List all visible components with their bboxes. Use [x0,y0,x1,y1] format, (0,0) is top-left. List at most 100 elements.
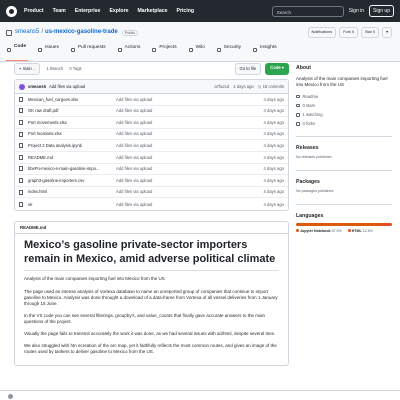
tab-actions[interactable]: Actions [117,44,143,61]
fork-button[interactable]: Fork 0 [339,27,358,38]
sign-up-button[interactable]: Sign up [369,4,394,18]
file-name[interactable]: Mexican_fuel_cargoes.xlsx [28,97,116,102]
file-name[interactable]: OK raw draft.pdf [28,108,116,113]
nav-enterprise[interactable]: Enterprise [75,8,101,15]
file-commit-message[interactable]: Add files via upload [116,202,264,207]
table-row[interactable]: Port movements.xlsx Add files via upload 4… [15,117,288,129]
language-item-html[interactable]: HTML 12.5% [347,229,373,233]
commit-count[interactable]: ◷ 18 commits [258,84,284,89]
sign-in-link[interactable]: Sign in [349,8,364,14]
table-row[interactable]: Project 2 Data analysis.ipynb Add files v… [15,140,288,152]
table-row[interactable]: ok Add files via upload 4 days ago [15,198,288,210]
commit-hash[interactable]: a7fa2cd [214,84,229,89]
packages-section: Packages No packages published [296,169,392,194]
file-commit-message[interactable]: Add files via upload [116,143,264,148]
language-color-dot [296,229,299,233]
commit-message[interactable]: Add files via upload [49,84,85,89]
tab-insights[interactable]: Insights [252,44,279,61]
releases-text: No releases published [296,155,332,160]
file-age: 4 days ago [263,108,285,114]
repo-owner-link[interactable]: smeans5 [15,29,39,37]
go-to-file-button[interactable]: Go to file [234,63,262,75]
tab-issues[interactable]: Issues [37,44,61,61]
file-icon [19,201,23,207]
stars-link[interactable]: 0 stars [296,103,392,108]
readme-header: README.md [15,222,288,234]
file-commit-message[interactable]: Add files via upload [116,120,264,125]
language-list: Jupyter Notebook 87.5% HTML 12.5% [296,229,392,233]
readme-link[interactable]: Readme [296,94,392,99]
file-icon [19,189,23,195]
code-dropdown-button[interactable]: Code ▾ [265,63,289,75]
file-name[interactable]: Project 2 Data analysis.ipynb [28,143,116,148]
branch-name: main [22,66,32,72]
file-commit-message[interactable]: Add files via upload [116,108,264,113]
file-name[interactable]: Port movements.xlsx [28,120,116,125]
tab-projects[interactable]: Projects [151,44,178,61]
star-dropdown-button[interactable]: ▾ [382,27,392,38]
nav-marketplace[interactable]: Marketplace [137,8,167,15]
watching-link[interactable]: 1 watching [296,112,392,117]
tab-pull-requests[interactable]: Pull requests [70,44,108,61]
nav-explore[interactable]: Explore [109,8,128,15]
nav-pricing[interactable]: Pricing [176,8,194,15]
branch-select[interactable]: ⑂ main ▾ [14,63,41,75]
book-icon [296,94,300,98]
notifications-button[interactable]: Notifications [307,27,337,38]
file-name[interactable]: README.md [28,155,116,160]
table-row[interactable]: bbxPo-mexico-s-main-gasoline-impo... Add … [15,164,288,176]
file-commit-message[interactable]: Add files via upload [116,155,264,160]
repo-icon [6,30,12,36]
releases-heading[interactable]: Releases [296,145,392,152]
file-age: 4 days ago [263,119,285,125]
readme-paragraph: In the VS code you can see several filte… [24,312,265,324]
fork-icon [296,122,300,126]
tab-wiki[interactable]: Wiki [188,44,207,61]
nav-team[interactable]: Team [53,8,66,15]
packages-heading[interactable]: Packages [296,179,392,186]
table-row[interactable]: Port locations.xlsx Add files via upload 4… [15,129,288,141]
github-logo-icon[interactable] [6,5,17,17]
file-icon [19,119,23,125]
star-button[interactable]: Star 0 [360,27,380,38]
file-name[interactable]: ok [28,202,116,207]
tab-security[interactable]: Security [216,44,243,61]
graph-icon [253,48,258,52]
play-icon [117,48,122,52]
readme-label[interactable]: README.md [20,225,46,230]
repo-name-link[interactable]: us-mexico-gasoline-trade [45,29,118,37]
table-row[interactable]: index.html Add files via upload 4 days ago [15,187,288,199]
pull-request-icon [70,48,75,52]
language-item-jupyter[interactable]: Jupyter Notebook 87.5% [296,229,342,233]
nav-product[interactable]: Product [24,8,44,15]
commit-author[interactable]: smeans5 [28,84,46,89]
table-row[interactable]: Mexican_fuel_cargoes.xlsx Add files via u… [15,94,288,106]
file-commit-message[interactable]: Add files via upload [116,131,264,136]
avatar[interactable] [19,83,25,90]
forks-link[interactable]: 0 forks [296,121,392,126]
tab-issues-label: Issues [45,44,59,50]
file-age: 4 days ago [263,166,285,172]
code-button-label: Code [270,65,281,71]
readme-paragraph: Visually the page fails to transmit accu… [24,330,276,336]
file-commit-message[interactable]: Add files via upload [116,178,264,183]
table-row[interactable]: README.md Add files via upload 4 days ago [15,152,288,164]
branches-link[interactable]: 1 Branch [46,66,63,71]
file-name[interactable]: bbxPo-mexico-s-main-gasoline-impo... [28,166,116,171]
language-bar [296,223,392,227]
github-logo-icon[interactable] [8,394,13,399]
table-row[interactable]: OK raw draft.pdf Add files via upload 4 da… [15,106,288,118]
file-name[interactable]: graph3-gasoline-importers.csv [28,178,116,183]
file-commit-message[interactable]: Add files via upload [116,189,264,194]
tab-wiki-label: Wiki [195,44,205,50]
file-name[interactable]: Port locations.xlsx [28,131,116,136]
tab-code[interactable]: Code [6,44,28,61]
global-header: Product Team Enterprise Explore Marketpl… [0,0,400,22]
search-input[interactable]: Search [271,5,344,17]
commit-age: 4 days ago [233,83,254,89]
file-commit-message[interactable]: Add files via upload [116,97,264,102]
file-name[interactable]: index.html [28,189,116,194]
tags-link[interactable]: 0 Tags [69,66,81,71]
table-row[interactable]: graph3-gasoline-importers.csv Add files v… [15,175,288,187]
file-commit-message[interactable]: Add files via upload [116,166,264,171]
